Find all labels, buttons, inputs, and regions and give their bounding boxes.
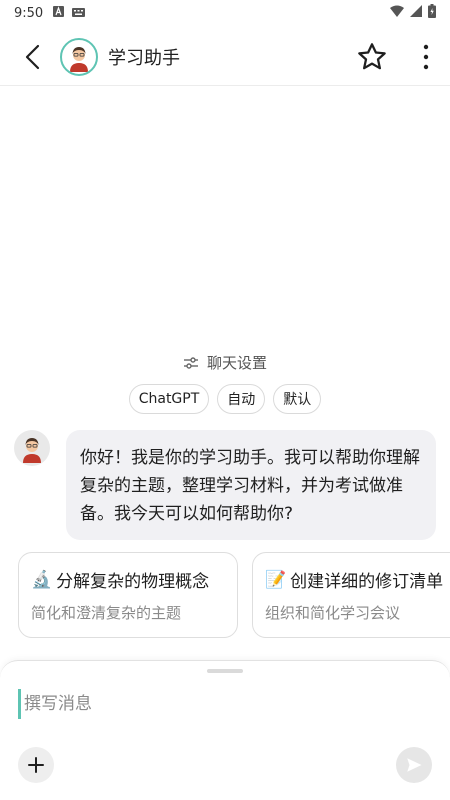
- wifi-icon: [390, 5, 404, 21]
- send-icon: [407, 758, 422, 772]
- suggestion-title: 🔬 分解复杂的物理概念: [31, 569, 210, 593]
- chip-model[interactable]: ChatGPT: [128, 384, 210, 414]
- favorite-button[interactable]: [352, 37, 392, 77]
- plus-icon: [28, 757, 44, 773]
- keyboard-icon: [72, 6, 86, 21]
- teacher-avatar-icon: [64, 41, 94, 72]
- suggestion-card[interactable]: 📝 创建详细的修订清单 组织和简化学习会议: [252, 552, 450, 638]
- suggestion-card[interactable]: 🔬 分解复杂的物理概念 简化和澄清复杂的主题: [18, 552, 238, 638]
- assistant-message: 你好！我是你的学习助手。我可以帮助你理解复杂的主题，整理学习材料，并为考试做准备…: [66, 430, 436, 540]
- microscope-icon: 🔬: [31, 569, 53, 590]
- assistant-avatar[interactable]: [60, 37, 98, 76]
- back-button[interactable]: [12, 37, 52, 77]
- sliders-icon: [183, 356, 198, 369]
- memo-icon: 📝: [265, 569, 287, 590]
- drag-handle[interactable]: [207, 669, 243, 673]
- suggestion-title: 📝 创建详细的修订清单: [265, 569, 444, 593]
- suggestion-subtitle: 简化和澄清复杂的主题: [31, 604, 182, 622]
- more-options-button[interactable]: [414, 37, 438, 77]
- chat-settings-button[interactable]: 聊天设置: [0, 352, 450, 373]
- more-vert-icon: [423, 44, 429, 70]
- battery-icon: [428, 4, 436, 22]
- star-outline-icon: [358, 43, 386, 70]
- suggestion-list: 🔬 分解复杂的物理概念 简化和澄清复杂的主题 📝 创建详细的修订清单 组织和简化…: [18, 552, 450, 640]
- page-title: 学习助手: [108, 47, 180, 69]
- teacher-avatar-icon: [23, 438, 41, 463]
- chat-settings-label: 聊天设置: [206, 354, 267, 372]
- status-time: 9:50: [14, 5, 44, 21]
- message-input[interactable]: [18, 689, 432, 719]
- app-bar: 学习助手: [0, 28, 450, 86]
- add-attachment-button[interactable]: [18, 747, 54, 783]
- model-chips: ChatGPT 自动 默认: [0, 384, 450, 414]
- chip-auto[interactable]: 自动: [217, 384, 266, 414]
- message-composer: [0, 660, 450, 800]
- send-button[interactable]: [396, 747, 432, 783]
- status-bar: 9:50: [0, 0, 450, 26]
- notification-a-icon: [53, 5, 65, 21]
- chip-default[interactable]: 默认: [273, 384, 322, 414]
- message-avatar: [14, 430, 50, 466]
- suggestion-subtitle: 组织和简化学习会议: [265, 604, 401, 622]
- back-arrow-icon: [25, 44, 40, 69]
- signal-icon: [410, 5, 422, 21]
